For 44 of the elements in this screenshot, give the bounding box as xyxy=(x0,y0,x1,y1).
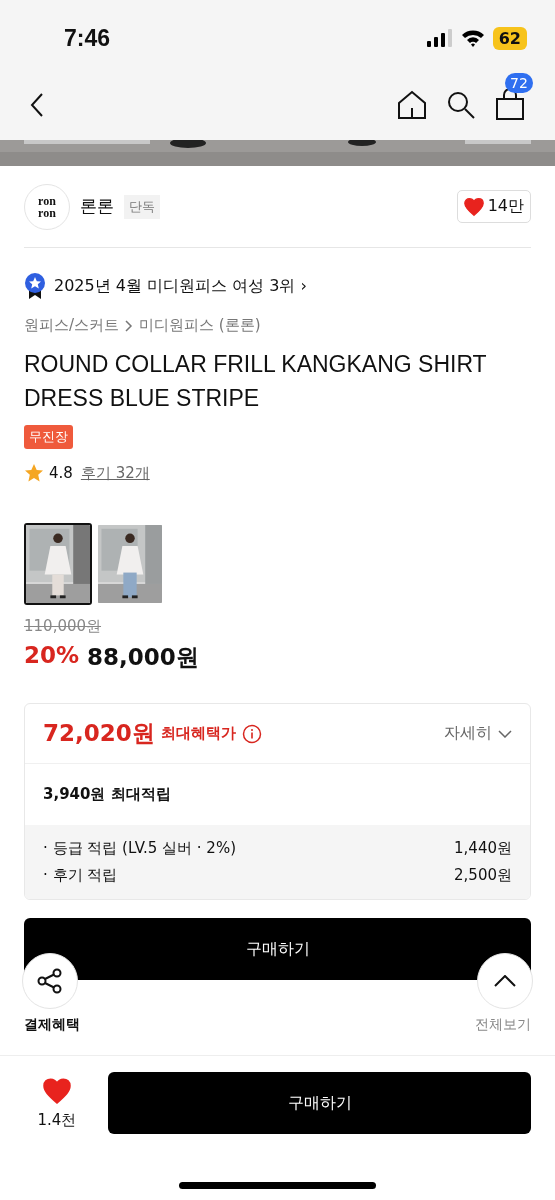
points-value: 1,440원 xyxy=(454,839,512,858)
seller-name[interactable]: 론론 xyxy=(80,195,114,218)
home-icon[interactable] xyxy=(397,90,427,120)
product-tag: 무진장 xyxy=(24,425,73,449)
benefit-label: 최대혜택가 xyxy=(160,724,236,743)
chevron-right-icon xyxy=(125,319,134,332)
buy-button[interactable]: 구매하기 xyxy=(108,1072,531,1134)
buy-button[interactable]: 구매하기 xyxy=(24,918,531,980)
rating-score: 4.8 xyxy=(49,464,73,482)
points-label: · 후기 적립 xyxy=(43,866,118,885)
benefit-price: 72,020원 xyxy=(43,719,155,748)
original-price: 110,000원 xyxy=(24,617,103,636)
ranking-link[interactable]: 2025년 4월 미디원피스 여성 3위 › xyxy=(24,272,531,300)
back-icon[interactable] xyxy=(30,92,44,118)
wifi-icon xyxy=(460,29,485,47)
bag-icon[interactable] xyxy=(495,89,525,121)
share-icon xyxy=(37,968,63,994)
product-title: ROUND COLLAR FRILL KANGKANG SHIRT DRESS BLUE STRIPE xyxy=(24,350,488,413)
scroll-top-button[interactable] xyxy=(477,953,533,1009)
details-toggle[interactable]: 자세히 xyxy=(444,723,512,744)
max-points: 3,940원 최대적립 xyxy=(42,784,172,805)
signal-icon xyxy=(426,29,453,47)
info-icon[interactable] xyxy=(241,723,262,744)
award-ribbon-icon xyxy=(24,273,46,299)
sale-price: 88,000원 xyxy=(87,643,199,672)
discount-rate: 20% xyxy=(24,642,80,670)
chevron-down-icon xyxy=(498,729,512,738)
star-icon xyxy=(24,463,44,483)
breadcrumb-link[interactable]: 원피스/스커트 xyxy=(24,316,120,335)
points-label: · 등급 적립 (LV.5 실버 · 2%) xyxy=(43,839,236,858)
view-all-link[interactable]: 전체보기 xyxy=(475,1016,531,1034)
points-value: 2,500원 xyxy=(454,866,512,885)
cart-count-badge: 72 xyxy=(505,73,533,93)
section-title: 결제혜택 xyxy=(24,1016,80,1034)
exclusive-tag: 단독 xyxy=(124,194,160,219)
status-time: 7:46 xyxy=(64,24,111,52)
share-button[interactable] xyxy=(22,953,78,1009)
battery-level: 62 xyxy=(492,26,527,50)
wishlist-button[interactable]: 1.4천 xyxy=(30,1076,84,1130)
reviews-link[interactable]: 후기 32개 xyxy=(80,463,150,483)
like-button[interactable]: 14만 xyxy=(456,190,531,223)
breadcrumb-link[interactable]: 미디원피스 (론론) xyxy=(139,316,261,335)
search-icon[interactable] xyxy=(447,91,475,119)
chevron-up-icon xyxy=(494,975,516,987)
